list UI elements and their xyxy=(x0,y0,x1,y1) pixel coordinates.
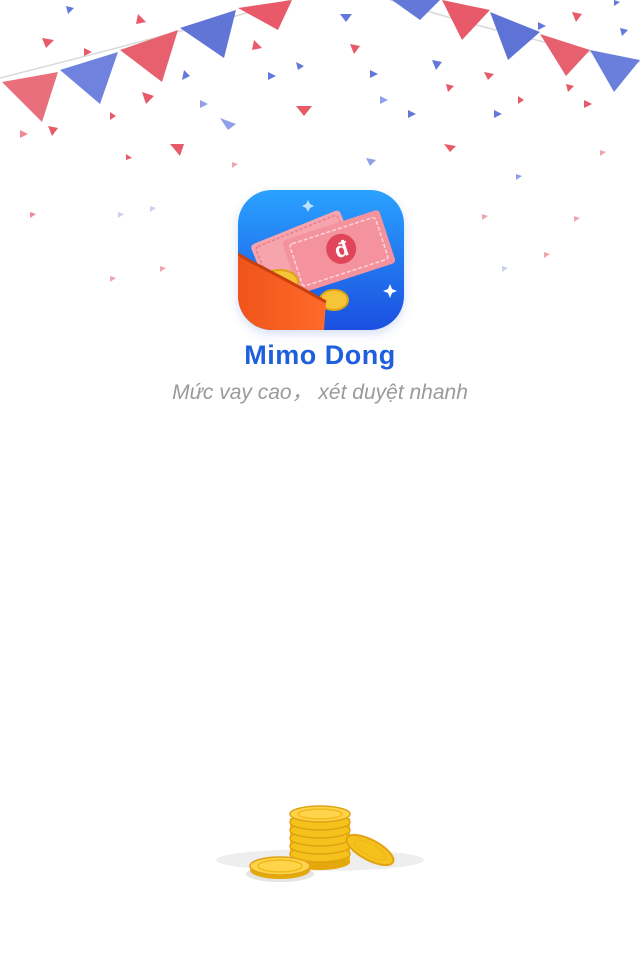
wallet-money-icon: đ xyxy=(238,190,404,330)
app-logo: đ xyxy=(238,190,404,330)
gold-coin-stack-icon xyxy=(216,805,424,882)
app-tagline: Mức vay cao， xét duyệt nhanh xyxy=(172,381,468,404)
app-name: Mimo Dong xyxy=(244,340,396,370)
